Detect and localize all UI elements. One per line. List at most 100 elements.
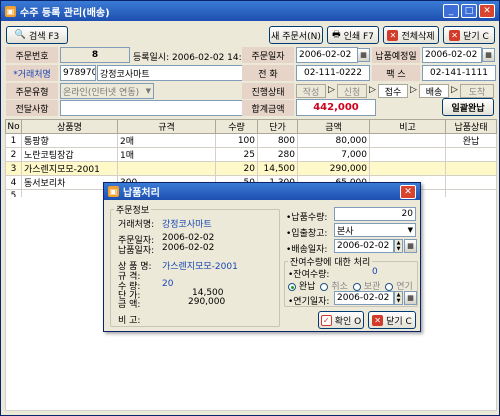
- close-icon: ✕: [372, 314, 384, 326]
- dlg-product-value: 가스렌지모모-2001: [162, 262, 238, 272]
- customer-code-field[interactable]: 978970: [60, 65, 96, 81]
- order-date-label: 주문일자: [242, 47, 294, 63]
- dialog-title-bar: ▣ 납품처리 ✕: [104, 183, 420, 200]
- close-button[interactable]: ✕ 닫기 C: [443, 26, 495, 44]
- ship-date-field[interactable]: 2006-02-02: [334, 239, 394, 253]
- col-spec[interactable]: 규격: [117, 119, 216, 134]
- ship-date-label: •배송일자:: [286, 245, 328, 255]
- radio-icon: [320, 282, 329, 291]
- print-icon: 🖶: [332, 30, 341, 40]
- window-title: 수주 등록 관리(배송): [20, 7, 110, 19]
- delete-icon: ✕: [387, 29, 399, 41]
- ship-date-calendar-icon[interactable]: ▦: [404, 239, 417, 253]
- batch-complete-button[interactable]: 일괄완납: [442, 98, 494, 116]
- delete-all-button[interactable]: ✕ 전체삭제: [383, 26, 439, 44]
- phone-field[interactable]: 02-111-0222: [296, 65, 370, 81]
- step-ship: 배송: [419, 84, 449, 98]
- table-row-selected[interactable]: 3 가스렌지모모-2001 20 14,500 290,000: [5, 161, 497, 176]
- order-type-select[interactable]: 온라인(인터넷 연동) ▼: [60, 83, 154, 99]
- dlg-note-label: 비 고:: [118, 316, 141, 326]
- step-arrive: 도착: [460, 84, 494, 98]
- col-amount[interactable]: 금액: [297, 119, 370, 134]
- total-field: 442,000: [296, 99, 376, 116]
- delay-date-label: •연기일자:: [288, 297, 330, 307]
- check-icon: ✓: [320, 314, 332, 326]
- fax-label: 팩 스: [372, 65, 420, 81]
- chevron-down-icon: ▼: [145, 87, 151, 95]
- dlg-delivery-date-value: 2006-02-02: [162, 243, 215, 253]
- chevron-down-icon: ▼: [407, 226, 413, 234]
- minimize-button[interactable]: _: [443, 4, 459, 18]
- ok-button[interactable]: ✓ 확인 O: [318, 311, 364, 329]
- col-no[interactable]: No: [5, 119, 22, 134]
- app-icon: ▣: [5, 5, 16, 17]
- ship-date-spinner[interactable]: ▲ ▼: [394, 239, 403, 253]
- dlg-qty-value: 20: [162, 279, 174, 289]
- step-request: 신청: [337, 84, 367, 98]
- step-arrow-icon: ▷: [369, 85, 376, 95]
- delay-date-spinner[interactable]: ▲ ▼: [394, 291, 403, 305]
- dlg-customer-value: 강정코사마트: [162, 220, 212, 230]
- col-note[interactable]: 비고: [369, 119, 446, 134]
- col-delivery-status[interactable]: 납품상태: [445, 119, 497, 134]
- order-no-label: 주문번호: [6, 47, 58, 63]
- table-header-row: No 상품명 규격 수량 단가 금액 비고 납품상태: [5, 119, 497, 134]
- col-price[interactable]: 단가: [257, 119, 298, 134]
- close-icon: ✕: [449, 29, 461, 41]
- table-row[interactable]: 1 통팡향 2매 100 800 80,000 완납: [5, 133, 497, 148]
- reg-datetime: 등록일시: 2006-02-02 14:28: [133, 53, 254, 63]
- col-qty[interactable]: 수량: [215, 119, 258, 134]
- search-button[interactable]: 🔍 검색 F3: [6, 26, 68, 44]
- dlg-amount-label: 금 액:: [118, 300, 141, 310]
- dlg-customer-label: 거래처명:: [118, 220, 155, 230]
- memo-field[interactable]: [60, 100, 261, 116]
- order-date-field[interactable]: 2006-02-02: [296, 47, 358, 63]
- table-row[interactable]: 2 노란코팅장갑 1매 25 280 7,000: [5, 147, 497, 162]
- delivery-date-label: 납품예정일: [372, 47, 420, 63]
- order-type-label: 주문유형: [6, 83, 58, 99]
- dlg-amount-value: 290,000: [188, 297, 226, 307]
- title-bar: ▣ 수주 등록 관리(배송) _ □ ✕: [1, 1, 499, 21]
- progress-label: 진행상태: [242, 83, 294, 99]
- new-order-button[interactable]: 새 주문서(N): [269, 26, 323, 44]
- phone-label: 전 화: [242, 65, 294, 81]
- radio-icon: [385, 282, 394, 291]
- order-date-calendar-icon[interactable]: ▦: [357, 48, 370, 62]
- order-info-legend: 주문정보: [114, 203, 152, 216]
- warehouse-select[interactable]: 본사 ▼: [334, 223, 416, 237]
- radio-icon: [352, 282, 361, 291]
- remain-qty-value: 0: [372, 267, 378, 277]
- close-window-button[interactable]: ✕: [479, 4, 495, 18]
- dlg-order-date-value: 2006-02-02: [162, 233, 215, 243]
- dialog-close-button[interactable]: ✕ 닫기 C: [368, 311, 416, 329]
- deliver-qty-field[interactable]: 20: [334, 207, 416, 221]
- col-product[interactable]: 상품명: [21, 119, 118, 134]
- step-arrow-icon: ▷: [451, 85, 458, 95]
- step-arrow-icon: ▷: [410, 85, 417, 95]
- total-label: 합계금액: [242, 100, 294, 116]
- opt-complete[interactable]: 완납: [288, 279, 315, 292]
- maximize-button[interactable]: □: [461, 4, 477, 18]
- delivery-date-field[interactable]: 2006-02-02: [422, 47, 482, 63]
- memo-label: 전달사항: [6, 100, 58, 116]
- delay-date-calendar-icon[interactable]: ▦: [404, 291, 417, 305]
- print-button[interactable]: 🖶 인쇄 F7: [327, 26, 379, 44]
- step-write: 작성: [296, 84, 326, 98]
- search-icon: 🔍: [14, 30, 26, 40]
- dialog-close-icon[interactable]: ✕: [400, 184, 416, 199]
- deliver-qty-label: •납품수량:: [286, 213, 328, 223]
- step-arrow-icon: ▷: [328, 85, 335, 95]
- dialog-app-icon: ▣: [108, 186, 119, 197]
- dlg-delivery-date-label: 납품일자:: [118, 246, 155, 256]
- customer-name-field[interactable]: 강정코사마트: [97, 65, 261, 81]
- delivery-date-calendar-icon[interactable]: ▦: [482, 48, 495, 62]
- delivery-dialog: ▣ 납품처리 ✕ 주문정보 거래처명: 강정코사마트 주문일자: 2006-02…: [103, 182, 421, 332]
- warehouse-label: •입출창고:: [286, 229, 328, 239]
- step-receive: 접수: [378, 84, 408, 98]
- fax-field[interactable]: 02-141-1111: [422, 65, 496, 81]
- order-no-field: 8: [60, 47, 130, 63]
- radio-icon: [288, 282, 296, 291]
- dialog-title: 납품처리: [123, 188, 160, 199]
- delay-date-field[interactable]: 2006-02-02: [334, 291, 394, 305]
- customer-label: *거래처명: [6, 65, 58, 81]
